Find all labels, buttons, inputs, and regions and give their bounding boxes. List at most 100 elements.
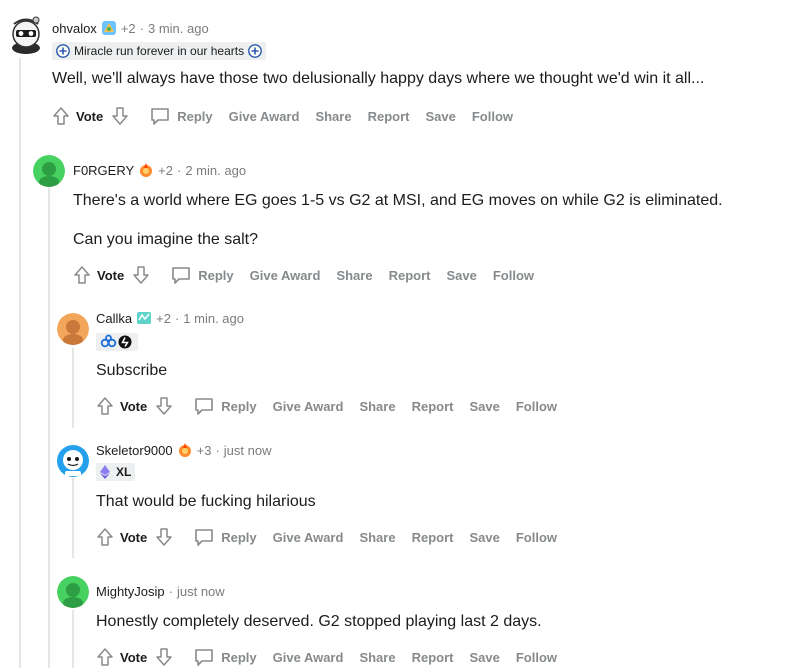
downvote-arrow-icon[interactable] <box>153 395 175 417</box>
thread-line[interactable] <box>48 188 50 668</box>
reply-button[interactable]: Reply <box>177 109 212 124</box>
team-logo-icon <box>56 44 70 58</box>
reply-icon[interactable] <box>149 105 171 127</box>
thread-line[interactable] <box>72 348 74 428</box>
avatar[interactable] <box>8 14 44 54</box>
flair-emoji-icon <box>136 310 152 326</box>
save-button[interactable]: Save <box>446 268 476 283</box>
separator-dot: · <box>215 442 220 458</box>
timestamp[interactable]: just now <box>224 443 272 458</box>
share-button[interactable]: Share <box>336 268 372 283</box>
thread-line[interactable] <box>72 478 74 558</box>
reply-icon[interactable] <box>193 526 215 548</box>
upvote-arrow-icon[interactable] <box>50 105 72 127</box>
username[interactable]: F0RGERY <box>73 163 134 178</box>
avatar[interactable] <box>33 155 65 187</box>
team-logo-icon <box>248 44 262 58</box>
comment-score: +2 <box>156 310 171 326</box>
comment-body: Honestly completely deserved. G2 stopped… <box>96 613 542 630</box>
avatar[interactable] <box>56 444 90 478</box>
username[interactable]: Callka <box>96 311 132 326</box>
reply-button[interactable]: Reply <box>198 268 233 283</box>
follow-button[interactable]: Follow <box>472 109 513 124</box>
upvote-arrow-icon[interactable] <box>94 526 116 548</box>
share-button[interactable]: Share <box>359 399 395 414</box>
avatar[interactable] <box>57 576 89 608</box>
give-award-button[interactable]: Give Award <box>273 650 344 665</box>
follow-button[interactable]: Follow <box>493 268 534 283</box>
vote-count: Vote <box>76 108 104 124</box>
upvote-arrow-icon[interactable] <box>94 395 116 417</box>
timestamp[interactable]: 1 min. ago <box>183 311 244 326</box>
report-button[interactable]: Report <box>368 109 410 124</box>
save-button[interactable]: Save <box>469 650 499 665</box>
downvote-arrow-icon[interactable] <box>109 105 131 127</box>
flair-text: Miracle run forever in our hearts <box>74 44 245 58</box>
follow-button[interactable]: Follow <box>516 399 557 414</box>
comment-score: +2 <box>120 20 136 36</box>
follow-button[interactable]: Follow <box>516 650 557 665</box>
username[interactable]: Skeletor9000 <box>96 443 173 458</box>
timestamp[interactable]: 2 min. ago <box>185 163 246 178</box>
upvote-arrow-icon[interactable] <box>94 646 116 668</box>
downvote-arrow-icon[interactable] <box>130 264 152 286</box>
user-flair <box>96 333 138 351</box>
team-logo-icon <box>100 334 134 350</box>
save-button[interactable]: Save <box>469 399 499 414</box>
comment-actions: Vote Reply Give Award Share Report Save … <box>94 395 573 417</box>
save-button[interactable]: Save <box>469 530 499 545</box>
share-button[interactable]: Share <box>315 109 351 124</box>
reply-icon[interactable] <box>170 264 192 286</box>
separator-dot: · <box>139 20 144 36</box>
vote-count: Vote <box>120 649 148 665</box>
user-flair: Miracle run forever in our hearts <box>52 42 267 60</box>
upvote-arrow-icon[interactable] <box>71 264 93 286</box>
flair-emoji-icon <box>138 162 154 178</box>
report-button[interactable]: Report <box>412 399 454 414</box>
comment-body: There's a world where EG goes 1-5 vs G2 … <box>73 192 723 209</box>
timestamp[interactable]: just now <box>177 584 225 599</box>
comment-actions: Vote Reply Give Award Share Report Save … <box>94 646 573 668</box>
comment-actions: Vote Reply Give Award Share Report Save … <box>94 526 573 548</box>
avatar[interactable] <box>57 313 89 345</box>
give-award-button[interactable]: Give Award <box>229 109 300 124</box>
user-flair: XL <box>96 463 136 481</box>
reply-icon[interactable] <box>193 646 215 668</box>
vote-count: Vote <box>120 529 148 545</box>
give-award-button[interactable]: Give Award <box>250 268 321 283</box>
flair-emoji-icon <box>101 20 117 36</box>
comment-actions: Vote Reply Give Award Share Report Save … <box>71 264 550 286</box>
separator-dot: · <box>177 162 182 178</box>
username[interactable]: MightyJosip <box>96 584 165 599</box>
report-button[interactable]: Report <box>412 530 454 545</box>
share-button[interactable]: Share <box>359 650 395 665</box>
ethereum-diamond-icon <box>100 465 110 479</box>
give-award-button[interactable]: Give Award <box>273 399 344 414</box>
username[interactable]: ohvalox <box>52 21 97 36</box>
save-button[interactable]: Save <box>425 109 455 124</box>
follow-button[interactable]: Follow <box>516 530 557 545</box>
reply-icon[interactable] <box>193 395 215 417</box>
timestamp[interactable]: 3 min. ago <box>148 21 209 36</box>
comment-score: +3 <box>196 442 212 458</box>
thread-line[interactable] <box>19 58 21 668</box>
separator-dot: · <box>174 310 180 326</box>
flair-text: XL <box>116 465 132 479</box>
vote-count: Vote <box>120 398 148 414</box>
comment-body: Subscribe <box>96 362 168 379</box>
downvote-arrow-icon[interactable] <box>153 646 175 668</box>
reply-button[interactable]: Reply <box>221 650 256 665</box>
downvote-arrow-icon[interactable] <box>153 526 175 548</box>
comment-body: Can you imagine the salt? <box>73 231 258 248</box>
comment-body: Well, we'll always have those two delusi… <box>52 70 705 87</box>
thread-line[interactable] <box>72 610 74 668</box>
flair-emoji-icon <box>177 442 193 458</box>
reply-button[interactable]: Reply <box>221 530 256 545</box>
share-button[interactable]: Share <box>359 530 395 545</box>
vote-count: Vote <box>97 267 125 283</box>
report-button[interactable]: Report <box>389 268 431 283</box>
report-button[interactable]: Report <box>412 650 454 665</box>
give-award-button[interactable]: Give Award <box>273 530 344 545</box>
reply-button[interactable]: Reply <box>221 399 256 414</box>
comment-actions: Vote Reply Give Award Share Report Save … <box>50 105 529 127</box>
